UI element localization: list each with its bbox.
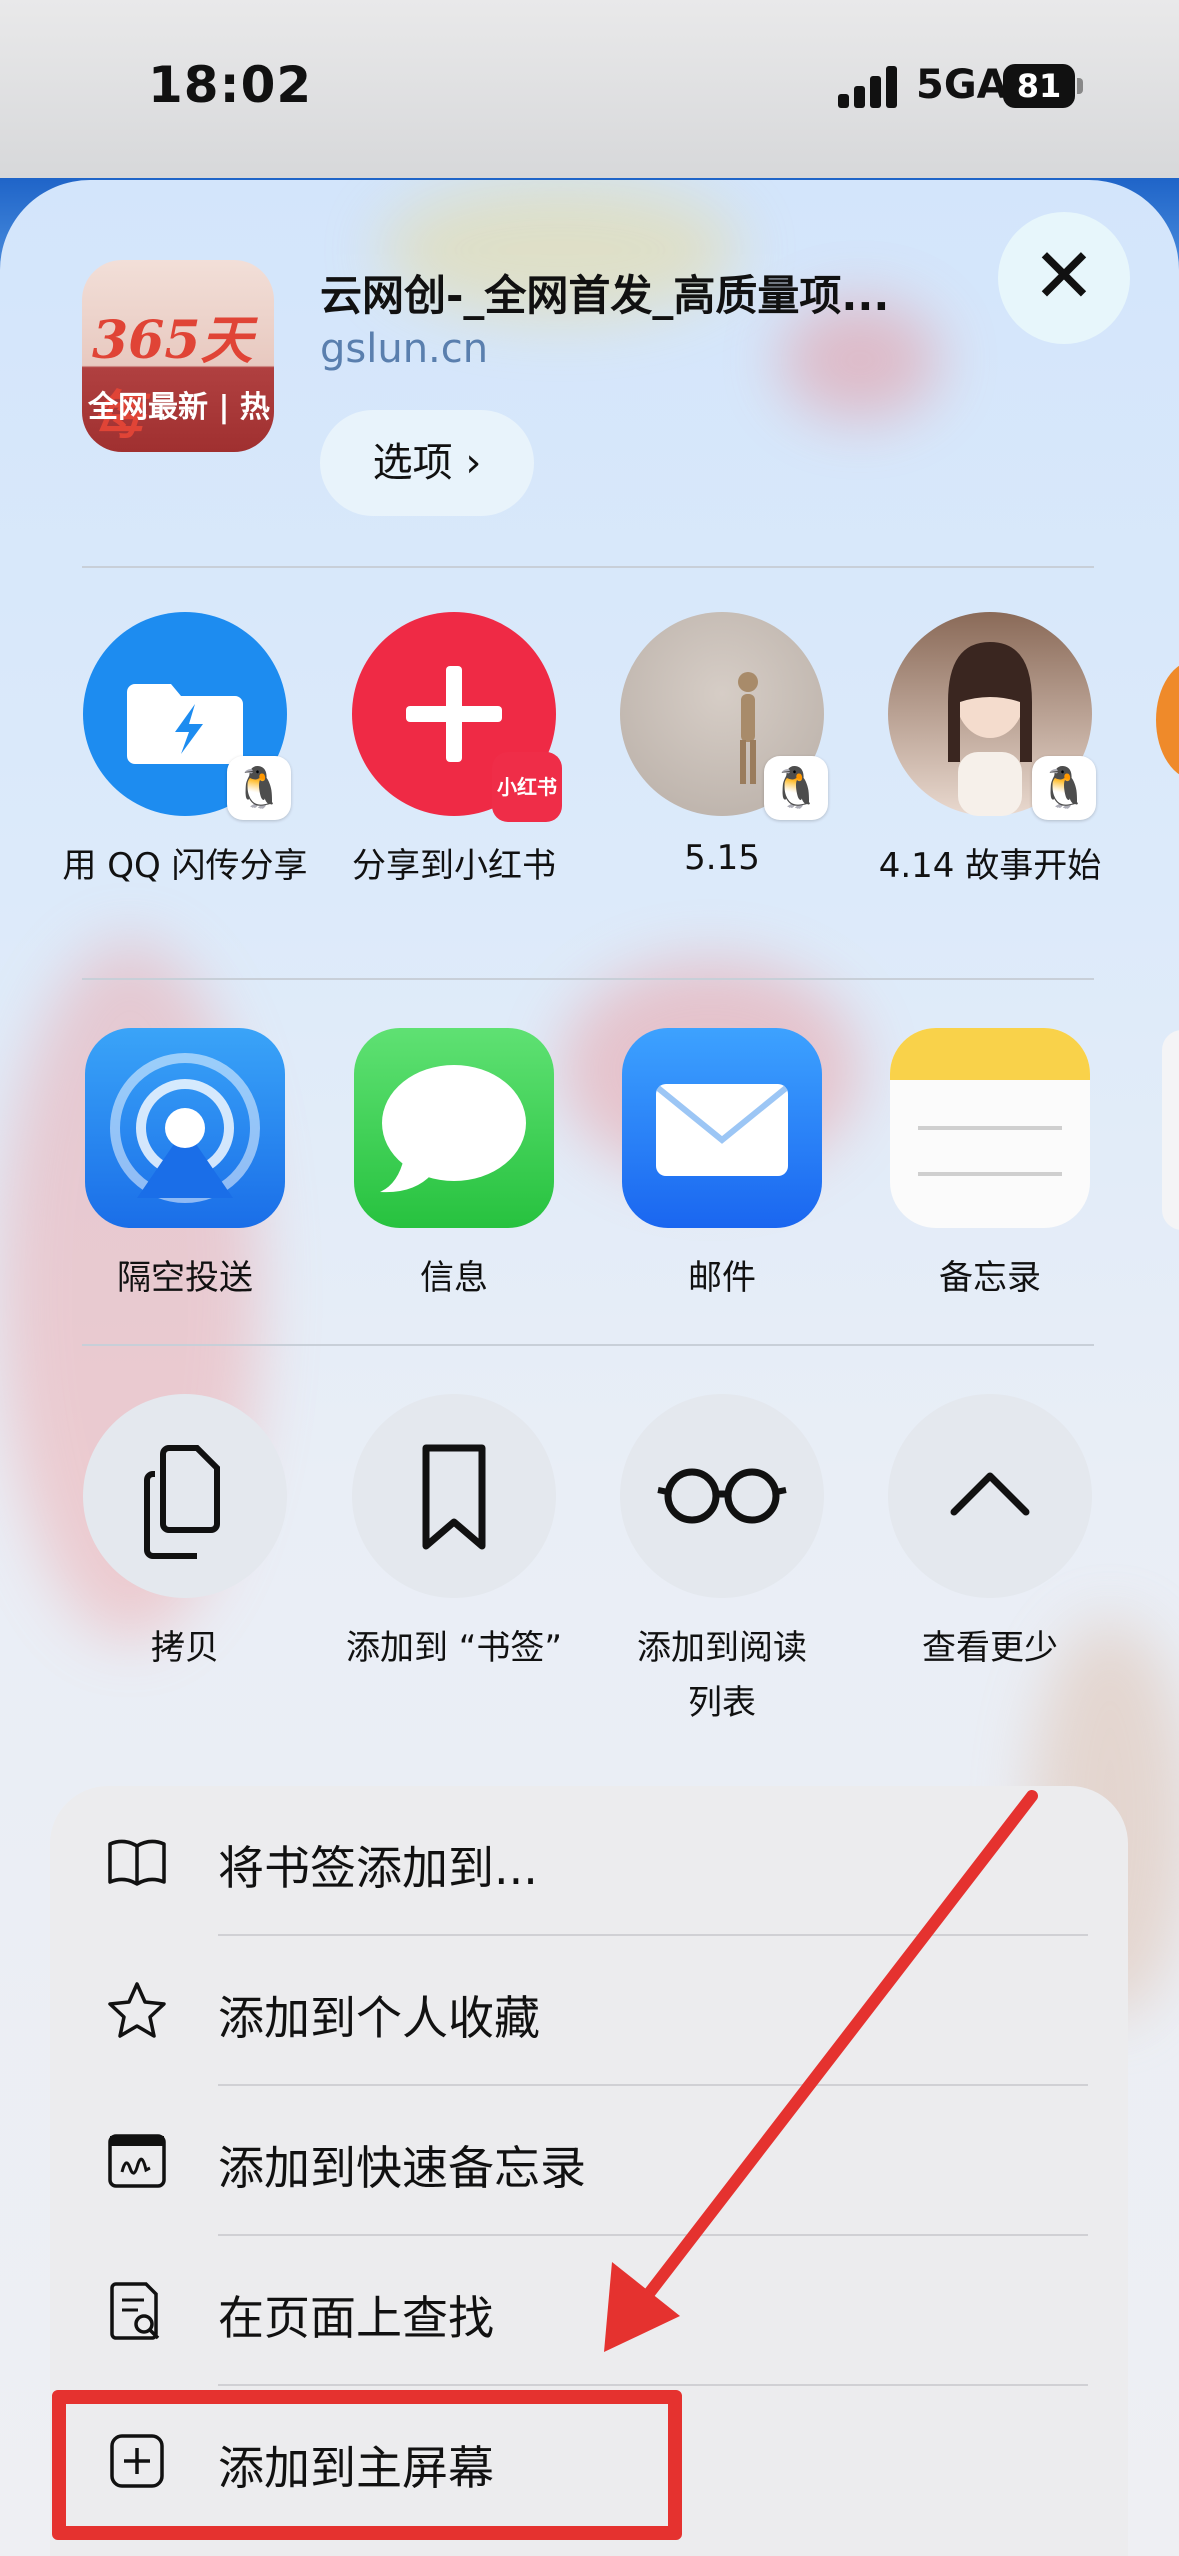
annotation-arrow-icon <box>604 1790 1038 2352</box>
